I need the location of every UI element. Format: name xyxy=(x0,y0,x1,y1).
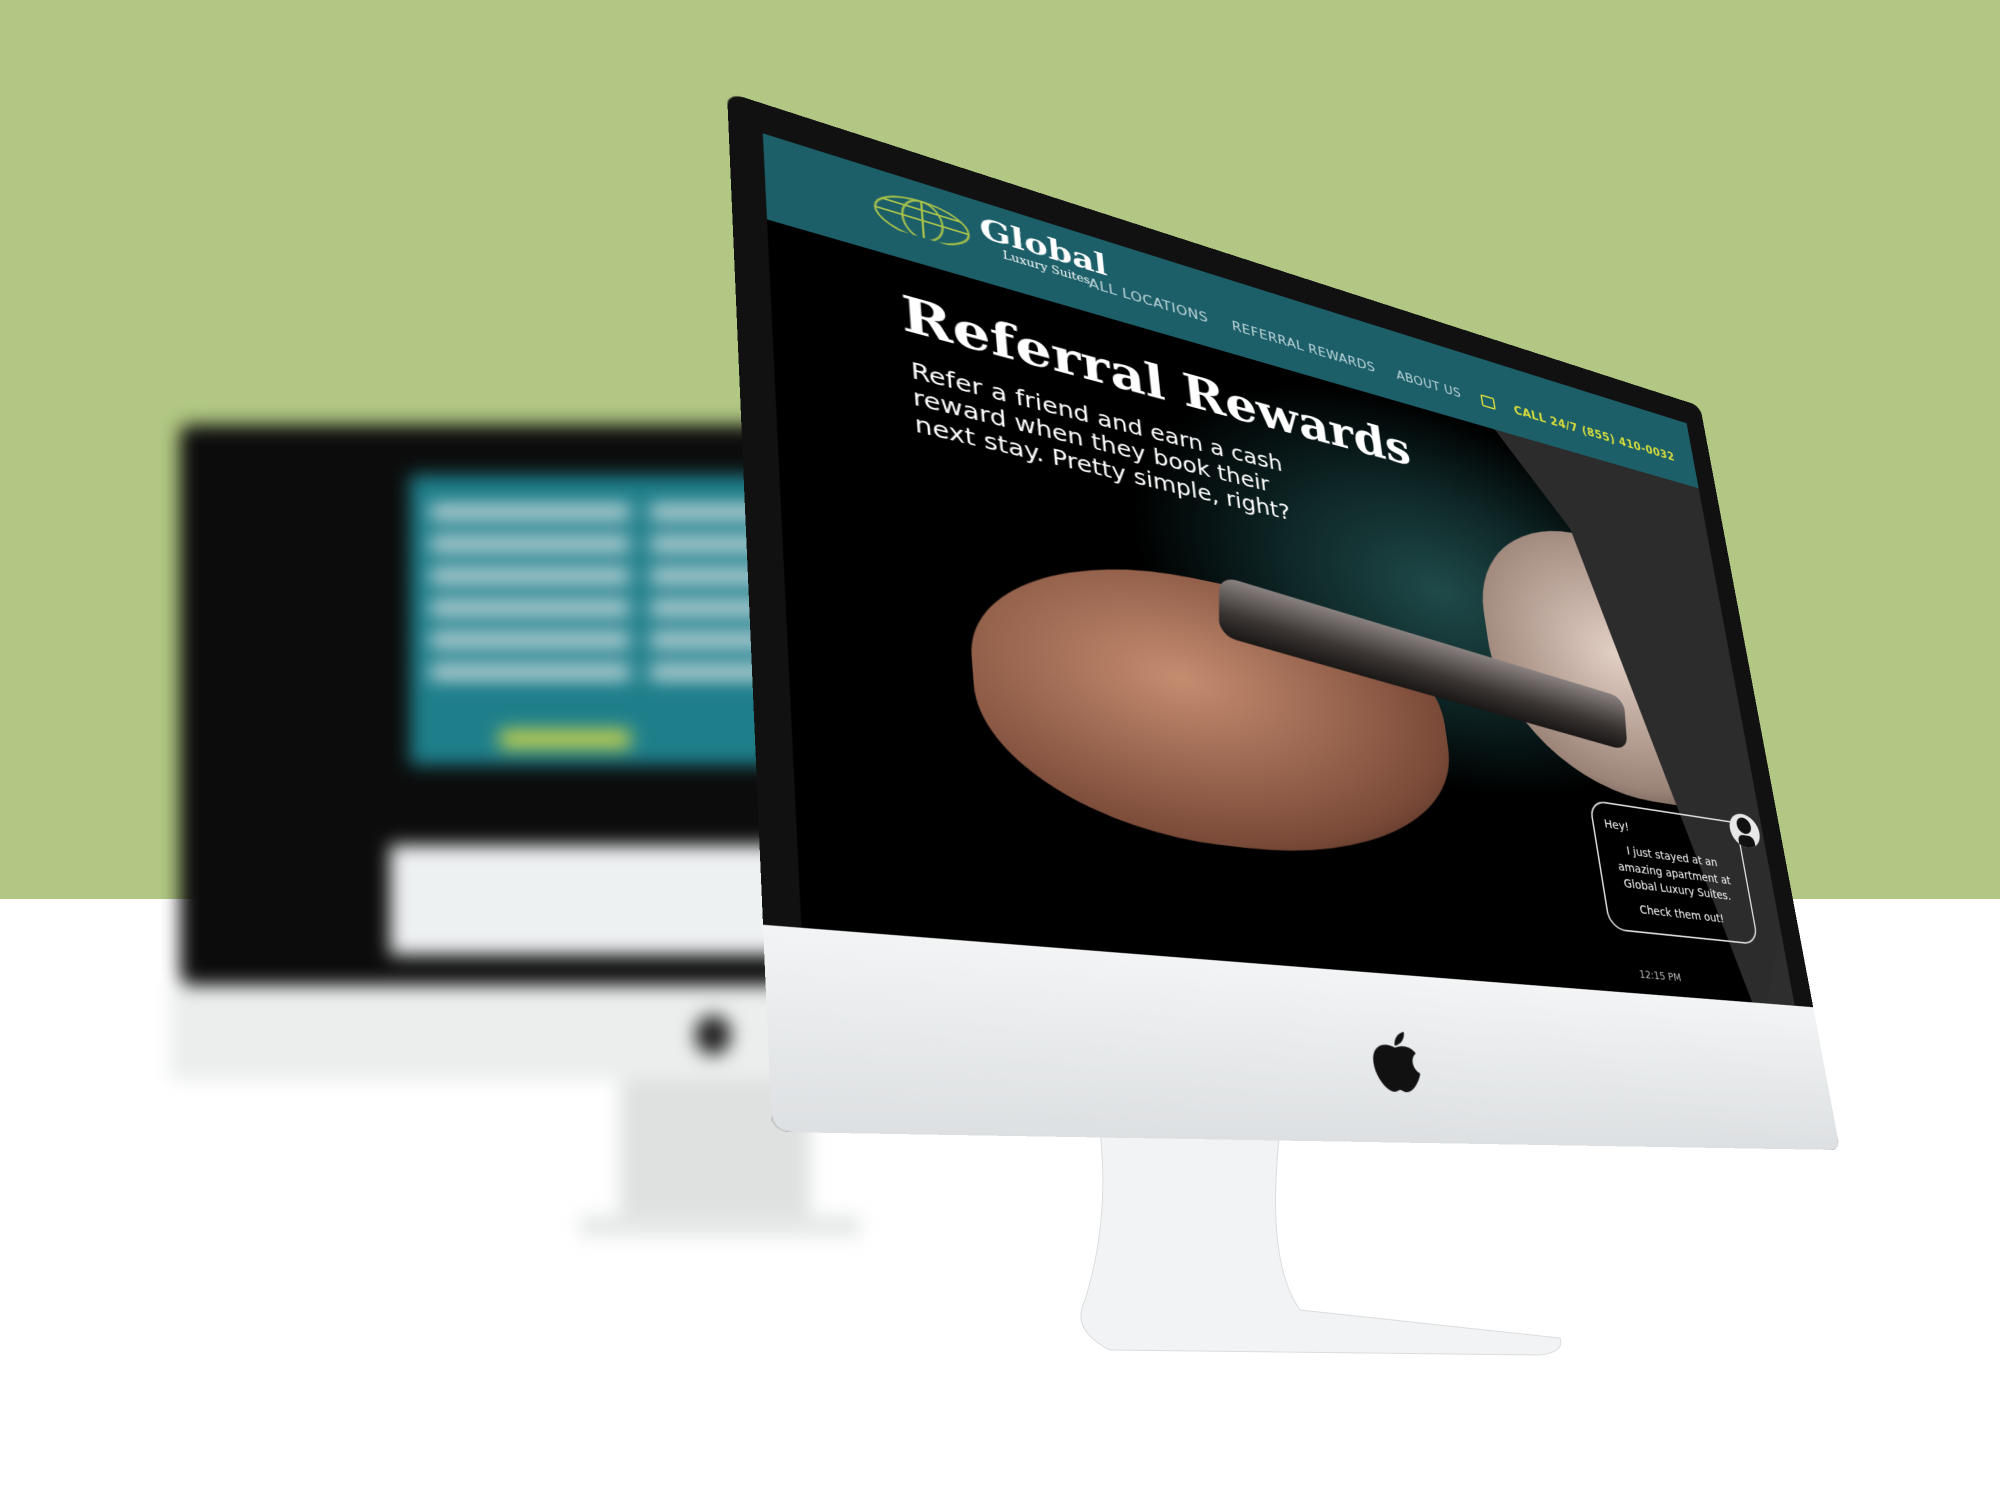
apple-logo-icon xyxy=(1371,1031,1423,1093)
nav-about-us[interactable]: ABOUT US xyxy=(1395,368,1462,401)
globe-icon xyxy=(870,179,973,253)
suitcase-icon xyxy=(1479,393,1496,410)
chat-message: I just stayed at an amazing apartment at… xyxy=(1616,844,1732,904)
